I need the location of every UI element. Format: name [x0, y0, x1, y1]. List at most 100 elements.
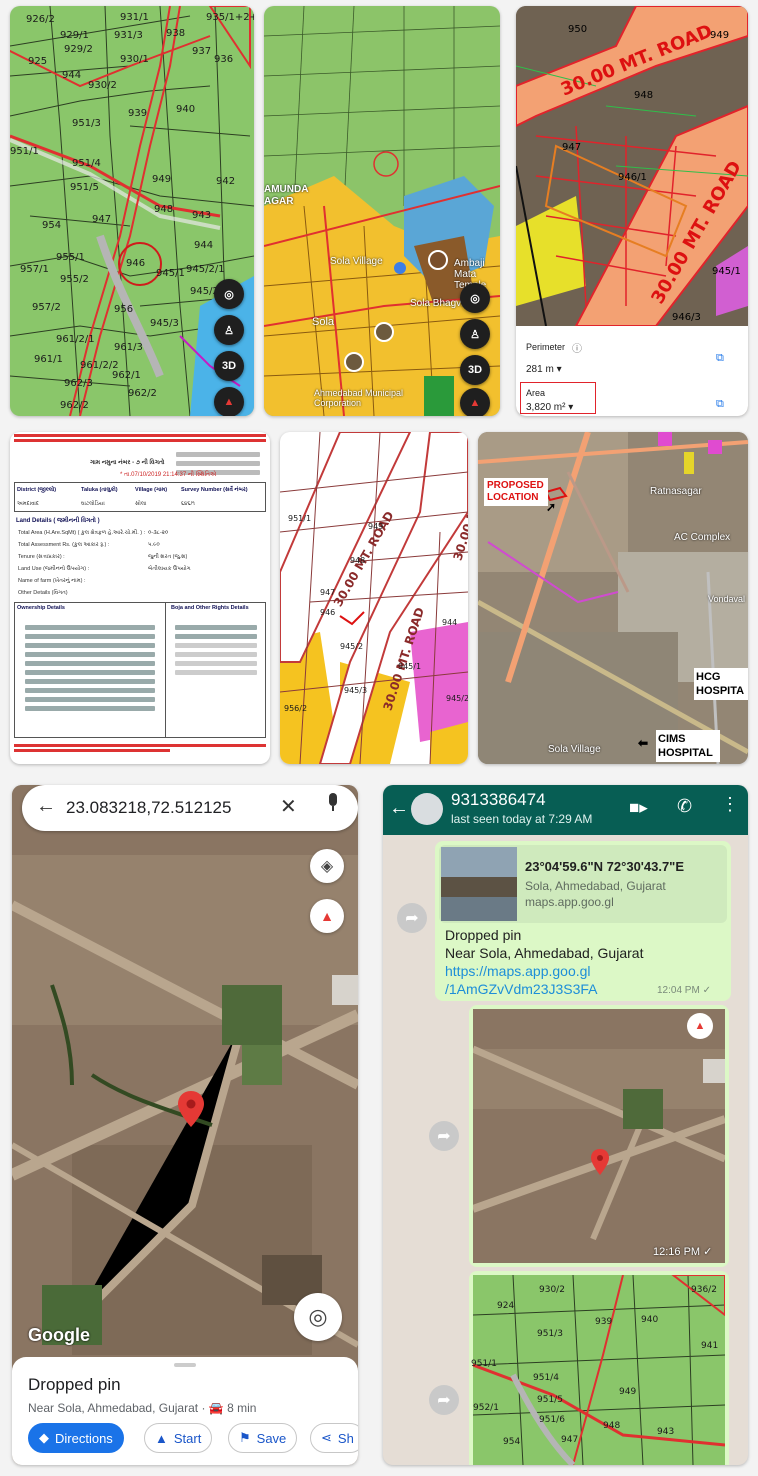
plot-label: 944 — [442, 618, 458, 627]
pegman-icon[interactable]: ♙ — [214, 315, 244, 345]
land-row-value: ૦-૩૮-૨૦ — [148, 530, 169, 536]
locate-icon[interactable]: ◎ — [214, 279, 244, 309]
plot-label: 937 — [192, 46, 212, 57]
plot-label: 957/2 — [32, 302, 61, 313]
contact-name[interactable]: 9313386474 — [451, 790, 546, 810]
coordinates: 23°04'59.6"N 72°30'43.7"E — [525, 859, 685, 874]
link-preview[interactable]: 23°04'59.6"N 72°30'43.7"E Sola, Ahmedaba… — [439, 845, 727, 923]
plot-label: 931/1 — [120, 12, 149, 23]
table-cell: અમદાવાદ — [17, 501, 39, 507]
place-label: Ratnasagar — [650, 486, 702, 497]
plot-label: 956/2 — [284, 704, 308, 713]
video-call-icon[interactable]: ■▸ — [629, 798, 648, 818]
info-icon[interactable]: ⓘ — [572, 340, 582, 355]
phone-icon[interactable]: ✆ — [677, 796, 692, 817]
place-sheet: Dropped pin Near Sola, Ahmedabad, Gujara… — [12, 1357, 358, 1465]
poi-photo-icon[interactable] — [374, 322, 394, 342]
image-message[interactable]: 930/2 936/2 924 939 940 951/3 941 951/1 … — [469, 1271, 729, 1465]
plot-label: 951/3 — [72, 118, 101, 129]
cadastral-map-tile: 926/2 931/1 935/1+2+3 929/1 929/2 931/3 … — [10, 6, 254, 416]
land-row-value: ૫.૯૦ — [148, 542, 160, 548]
location-message[interactable]: 23°04'59.6"N 72°30'43.7"E Sola, Ahmedaba… — [435, 841, 731, 1001]
place-title: Dropped pin — [28, 1375, 121, 1394]
preview-domain: maps.app.goo.gl — [525, 895, 614, 909]
measure-panel: Perimeter ⓘ 281 m ▾ ⧉ Area 3,820 m² ▾ ⧉ — [516, 326, 748, 416]
avatar[interactable] — [411, 793, 443, 825]
copy-icon[interactable]: ⧉ — [716, 352, 724, 365]
mic-icon[interactable] — [326, 793, 340, 813]
plot-label: 947 — [92, 214, 112, 225]
compass-icon[interactable]: ▲ — [310, 899, 344, 933]
message-text: Dropped pin — [445, 927, 522, 943]
perimeter-value[interactable]: 281 m ▾ — [526, 364, 562, 375]
image-message[interactable]: ▲ 12:16 PM ✓ — [469, 1005, 729, 1267]
navigate-icon: ▲ — [155, 1430, 168, 1446]
location-name: Sola, Ahmedabad, Gujarat — [525, 879, 666, 893]
plot-label: 943 — [657, 1427, 675, 1437]
copy-icon[interactable]: ⧉ — [716, 398, 724, 411]
sheet-handle[interactable] — [174, 1363, 196, 1367]
back-arrow-icon[interactable]: ← — [36, 795, 56, 818]
last-seen: last seen today at 7:29 AM — [451, 812, 593, 826]
dropped-pin-icon — [591, 1149, 609, 1180]
menu-icon[interactable]: ⋮ — [721, 794, 739, 815]
plot-label: 930/2 — [539, 1285, 565, 1295]
3d-button[interactable]: 3D — [460, 355, 490, 385]
pegman-icon[interactable]: ♙ — [460, 319, 490, 349]
layers-icon[interactable]: ◈ — [310, 849, 344, 883]
poi-photo-icon[interactable] — [428, 250, 448, 270]
plot-label: 951/1 — [471, 1359, 497, 1369]
share-button[interactable]: ⋖ Sh — [310, 1423, 358, 1453]
forward-icon[interactable]: ➦ — [397, 903, 427, 933]
locate-icon[interactable]: ◎ — [460, 283, 490, 313]
place-subtitle: Near Sola, Ahmedabad, Gujarat · 🚘 8 min — [28, 1401, 257, 1415]
area-value[interactable]: 3,820 m² ▾ — [526, 402, 573, 413]
search-bar[interactable]: ← ✕ — [22, 785, 358, 831]
dropped-pin-icon[interactable] — [178, 1091, 204, 1132]
poi-icon[interactable] — [394, 262, 406, 274]
plot-label: 946/1 — [618, 172, 647, 183]
plot-label: 961/1 — [34, 354, 63, 365]
plot-label: 947 — [320, 588, 336, 597]
land-row-label: Other Details (વિગત) — [18, 590, 68, 596]
hcg-hospital-label: HCG HOSPITA — [694, 668, 748, 700]
clear-icon[interactable]: ✕ — [280, 794, 297, 819]
maps-link[interactable]: /1AmGZvVdm23J3S3FA — [445, 981, 598, 997]
plot-label: 945/2/1 — [186, 264, 225, 275]
zoning-map-tile: AMUNDA AGAR Sola Village Ambaji Mata Tem… — [264, 6, 500, 416]
save-button[interactable]: ⚑ Save — [228, 1423, 298, 1453]
doc-title: ગામ નમુના નંબર - ૭ ની વિગતો — [90, 460, 165, 466]
search-input[interactable] — [66, 795, 276, 821]
chat-header: ← 9313386474 last seen today at 7:29 AM … — [383, 785, 748, 835]
land-row-label: Name of farm (ખેતરનું નામ) : — [18, 578, 86, 584]
place-label: Sola Village — [548, 744, 601, 755]
compass-icon[interactable]: ▲ — [460, 388, 490, 416]
maps-link[interactable]: https://maps.app.goo.gl — [445, 963, 591, 979]
preview-image — [441, 847, 517, 921]
table-header: Survey Number (સર્વે નંબર) — [181, 487, 248, 493]
forward-icon[interactable]: ➦ — [429, 1121, 459, 1151]
plot-label: 955/2 — [60, 274, 89, 285]
place-label: AC Complex — [674, 532, 731, 543]
message-time: 12:16 PM ✓ — [653, 1246, 713, 1258]
satellite-image — [473, 1009, 725, 1263]
plot-label: 948 — [603, 1421, 621, 1431]
my-location-icon[interactable]: ◎ — [294, 1293, 342, 1341]
plot-label: 941 — [701, 1341, 719, 1351]
poi-photo-icon[interactable] — [344, 352, 364, 372]
3d-button[interactable]: 3D — [214, 351, 244, 381]
plot-label: 955/1 — [56, 252, 85, 263]
plot-label: 940 — [176, 104, 196, 115]
forward-icon[interactable]: ➦ — [429, 1385, 459, 1415]
plot-label: 926/2 — [26, 14, 55, 25]
area-label: AGAR — [264, 196, 294, 207]
ownership-heading: Ownership Details — [17, 605, 65, 611]
plot-label: 931/3 — [114, 30, 143, 41]
directions-button[interactable]: ◆ Directions — [28, 1423, 124, 1453]
compass-icon[interactable]: ▲ — [214, 387, 244, 416]
message-time: 12:04 PM ✓ — [657, 985, 711, 996]
plot-label: 951/5 — [70, 182, 99, 193]
plot-label: 925 — [28, 56, 48, 67]
back-arrow-icon[interactable]: ← — [389, 797, 409, 820]
start-button[interactable]: ▲ Start — [144, 1423, 213, 1453]
